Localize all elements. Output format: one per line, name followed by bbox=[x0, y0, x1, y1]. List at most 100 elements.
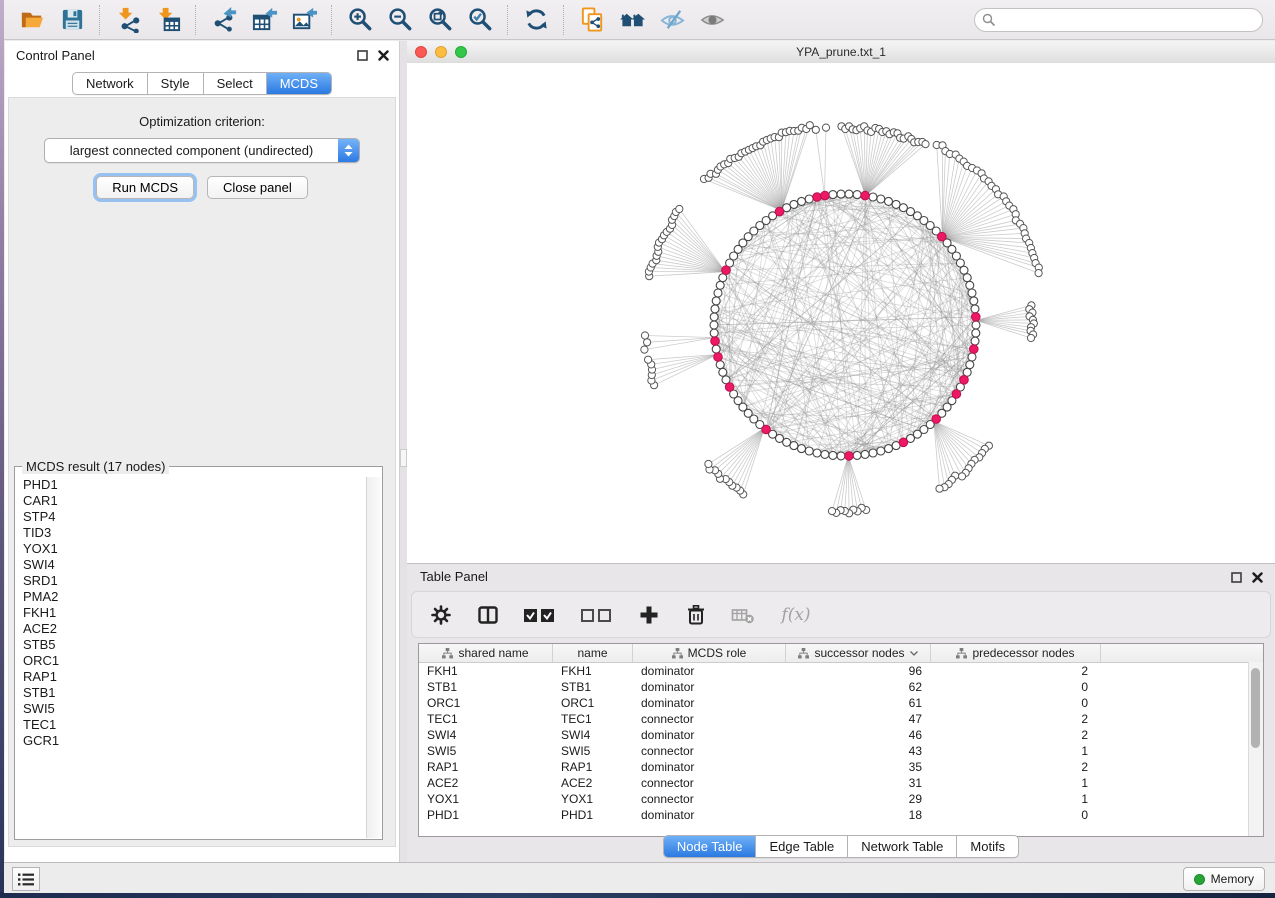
table-cell[interactable]: YOX1 bbox=[419, 791, 553, 807]
table-cell[interactable]: dominator bbox=[633, 759, 786, 775]
table-scrollbar[interactable] bbox=[1248, 662, 1263, 836]
run-mcds-button[interactable]: Run MCDS bbox=[96, 176, 194, 199]
table-cell[interactable]: 1 bbox=[931, 743, 1101, 759]
mcds-node-item[interactable]: ACE2 bbox=[16, 621, 367, 637]
table-cell[interactable]: 62 bbox=[786, 679, 931, 695]
export-table-icon[interactable] bbox=[249, 5, 279, 35]
table-cell[interactable]: ACE2 bbox=[553, 775, 633, 791]
table-cell[interactable]: 31 bbox=[786, 775, 931, 791]
table-row[interactable]: RAP1RAP1dominator352 bbox=[419, 759, 1263, 775]
mcds-node-item[interactable]: ORC1 bbox=[16, 653, 367, 669]
table-cell[interactable]: FKH1 bbox=[553, 663, 633, 679]
table-cell[interactable]: STB1 bbox=[419, 679, 553, 695]
table-row[interactable]: YOX1YOX1connector291 bbox=[419, 791, 1263, 807]
table-cell[interactable]: 96 bbox=[786, 663, 931, 679]
table-cell[interactable]: SWI4 bbox=[553, 727, 633, 743]
zoom-fit-icon[interactable] bbox=[425, 5, 455, 35]
mcds-node-item[interactable]: TEC1 bbox=[16, 717, 367, 733]
hide-selected-icon[interactable] bbox=[657, 5, 687, 35]
save-session-icon[interactable] bbox=[57, 5, 87, 35]
mcds-node-item[interactable]: SWI5 bbox=[16, 701, 367, 717]
tab-motifs[interactable]: Motifs bbox=[957, 836, 1018, 857]
refresh-icon[interactable] bbox=[521, 5, 551, 35]
show-all-icon[interactable] bbox=[697, 5, 727, 35]
close-table-panel-icon[interactable] bbox=[1252, 572, 1263, 583]
mcds-node-item[interactable]: SRD1 bbox=[16, 573, 367, 589]
table-cell[interactable]: SWI5 bbox=[553, 743, 633, 759]
mcds-node-item[interactable]: TID3 bbox=[16, 525, 367, 541]
table-cell[interactable]: dominator bbox=[633, 663, 786, 679]
table-cell[interactable]: SWI5 bbox=[419, 743, 553, 759]
mcds-node-item[interactable]: PHD1 bbox=[16, 477, 367, 493]
table-cell[interactable]: 43 bbox=[786, 743, 931, 759]
table-row[interactable]: STB1STB1dominator620 bbox=[419, 679, 1263, 695]
table-cell[interactable]: FKH1 bbox=[419, 663, 553, 679]
table-cell[interactable]: 2 bbox=[931, 727, 1101, 743]
table-cell[interactable]: PHD1 bbox=[553, 807, 633, 823]
mcds-node-item[interactable]: STB1 bbox=[16, 685, 367, 701]
mcds-node-item[interactable]: GCR1 bbox=[16, 733, 367, 749]
table-cell[interactable]: RAP1 bbox=[419, 759, 553, 775]
table-cell[interactable]: 47 bbox=[786, 711, 931, 727]
table-cell[interactable]: ORC1 bbox=[419, 695, 553, 711]
open-file-icon[interactable] bbox=[17, 5, 47, 35]
first-neighbors-icon[interactable] bbox=[617, 5, 647, 35]
network-canvas[interactable] bbox=[407, 63, 1275, 563]
mcds-node-item[interactable]: CAR1 bbox=[16, 493, 367, 509]
table-settings-gear-icon[interactable] bbox=[429, 603, 453, 627]
export-image-icon[interactable] bbox=[289, 5, 319, 35]
zoom-out-icon[interactable] bbox=[385, 5, 415, 35]
table-cell[interactable]: 1 bbox=[931, 775, 1101, 791]
minimize-window-icon[interactable] bbox=[435, 46, 447, 58]
mcds-node-item[interactable]: SWI4 bbox=[16, 557, 367, 573]
table-cell[interactable]: TEC1 bbox=[419, 711, 553, 727]
table-cell[interactable]: 2 bbox=[931, 759, 1101, 775]
table-cell[interactable]: 35 bbox=[786, 759, 931, 775]
search-input[interactable] bbox=[974, 8, 1263, 32]
table-cell[interactable]: PHD1 bbox=[419, 807, 553, 823]
table-cell[interactable]: dominator bbox=[633, 727, 786, 743]
criterion-dropdown[interactable]: largest connected component (undirected) bbox=[44, 138, 360, 163]
network-frame-titlebar[interactable]: YPA_prune.txt_1 bbox=[407, 41, 1275, 64]
close-panel-button[interactable]: Close panel bbox=[207, 176, 308, 199]
close-window-icon[interactable] bbox=[415, 46, 427, 58]
table-cell[interactable]: SWI4 bbox=[419, 727, 553, 743]
table-cell[interactable]: connector bbox=[633, 775, 786, 791]
import-table-icon[interactable] bbox=[153, 5, 183, 35]
table-cell[interactable]: 2 bbox=[931, 711, 1101, 727]
table-cell[interactable]: ORC1 bbox=[553, 695, 633, 711]
tab-network-table[interactable]: Network Table bbox=[848, 836, 957, 857]
zoom-selected-icon[interactable] bbox=[465, 5, 495, 35]
table-cell[interactable]: connector bbox=[633, 791, 786, 807]
table-cell[interactable]: 2 bbox=[931, 663, 1101, 679]
vertical-splitter[interactable] bbox=[400, 41, 407, 862]
mcds-result-list[interactable]: PHD1CAR1STP4TID3YOX1SWI4SRD1PMA2FKH1ACE2… bbox=[16, 477, 367, 838]
float-table-panel-icon[interactable] bbox=[1231, 572, 1242, 583]
network-graph-svg[interactable] bbox=[407, 63, 1275, 563]
table-cell[interactable]: 61 bbox=[786, 695, 931, 711]
copy-network-icon[interactable] bbox=[577, 5, 607, 35]
table-cell[interactable]: 18 bbox=[786, 807, 931, 823]
table-row[interactable]: FKH1FKH1dominator962 bbox=[419, 663, 1263, 679]
table-cell[interactable]: 0 bbox=[931, 695, 1101, 711]
mcds-node-item[interactable]: PMA2 bbox=[16, 589, 367, 605]
mcds-node-item[interactable]: STB5 bbox=[16, 637, 367, 653]
show-column-panel-icon[interactable] bbox=[476, 603, 500, 627]
table-cell[interactable]: 46 bbox=[786, 727, 931, 743]
column-header-mcds-role[interactable]: MCDS role bbox=[633, 644, 786, 662]
table-cell[interactable]: dominator bbox=[633, 695, 786, 711]
mcds-node-item[interactable]: YOX1 bbox=[16, 541, 367, 557]
table-row[interactable]: PHD1PHD1dominator180 bbox=[419, 807, 1263, 823]
float-panel-icon[interactable] bbox=[357, 50, 368, 61]
chevron-down-icon[interactable] bbox=[910, 651, 918, 656]
table-cell[interactable]: dominator bbox=[633, 807, 786, 823]
table-row[interactable]: SWI4SWI4dominator462 bbox=[419, 727, 1263, 743]
tab-network[interactable]: Network bbox=[73, 73, 148, 94]
column-header-name[interactable]: name bbox=[553, 644, 633, 662]
table-row[interactable]: ACE2ACE2connector311 bbox=[419, 775, 1263, 791]
tab-style[interactable]: Style bbox=[148, 73, 204, 94]
table-cell[interactable]: ACE2 bbox=[419, 775, 553, 791]
table-scrollbar-thumb[interactable] bbox=[1251, 668, 1260, 748]
tab-mcds[interactable]: MCDS bbox=[267, 73, 331, 94]
column-header-shared-name[interactable]: shared name bbox=[419, 644, 553, 662]
